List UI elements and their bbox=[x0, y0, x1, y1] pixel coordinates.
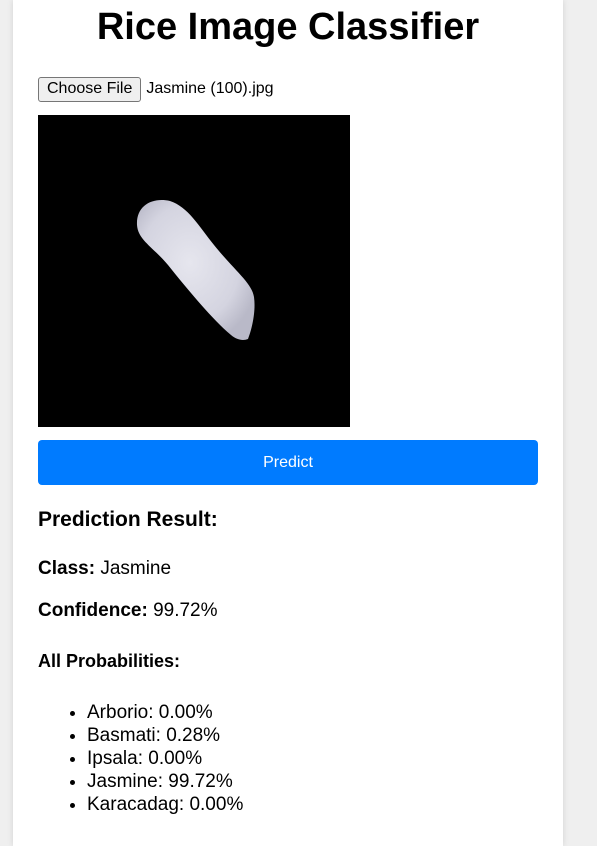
predict-button[interactable]: Predict bbox=[38, 440, 538, 485]
file-input[interactable]: Choose File Jasmine (100).jpg bbox=[38, 76, 274, 102]
selected-file-name: Jasmine (100).jpg bbox=[146, 80, 274, 97]
choose-file-button[interactable]: Choose File bbox=[38, 76, 142, 102]
prediction-result-heading: Prediction Result: bbox=[38, 508, 218, 531]
list-item: Jasmine: 99.72% bbox=[87, 770, 243, 793]
class-value: Jasmine bbox=[100, 558, 172, 579]
class-line: Class: Jasmine bbox=[38, 558, 171, 580]
confidence-label: Confidence: bbox=[38, 600, 148, 621]
class-label: Class: bbox=[38, 558, 96, 579]
probabilities-list: Arborio: 0.00% Basmati: 0.28% Ipsala: 0.… bbox=[38, 701, 243, 816]
list-item: Basmati: 0.28% bbox=[87, 724, 243, 747]
confidence-line: Confidence: 99.72% bbox=[38, 600, 218, 622]
list-item: Arborio: 0.00% bbox=[87, 701, 243, 724]
list-item: Ipsala: 0.00% bbox=[87, 747, 243, 770]
confidence-value: 99.72% bbox=[153, 600, 218, 621]
list-item: Karacadag: 0.00% bbox=[87, 793, 243, 816]
main-card: Rice Image Classifier Choose File Jasmin… bbox=[13, 0, 563, 846]
all-probabilities-heading: All Probabilities: bbox=[38, 651, 181, 671]
page-title: Rice Image Classifier bbox=[96, 6, 480, 48]
rice-grain-image bbox=[136, 200, 255, 340]
uploaded-image-preview bbox=[38, 115, 350, 427]
